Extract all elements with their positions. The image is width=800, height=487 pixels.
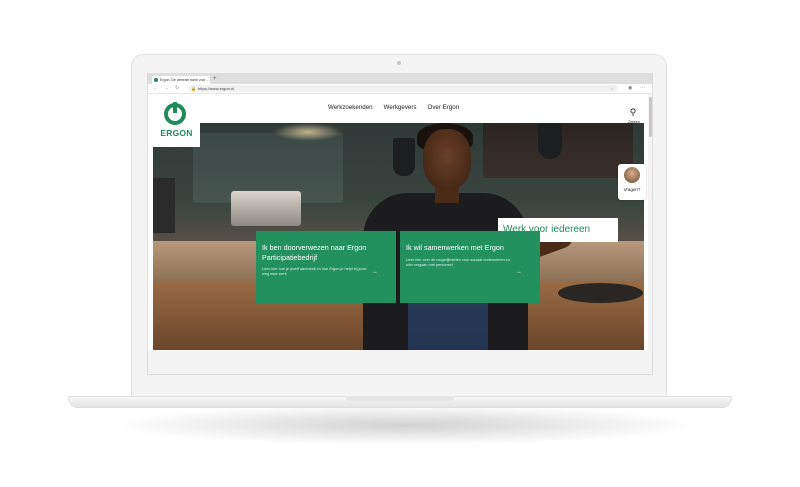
hero-lamp (538, 123, 562, 159)
laptop-shadow (110, 405, 700, 445)
search-icon: ⚲ (629, 107, 637, 117)
scrollbar[interactable] (648, 94, 652, 374)
card-doorverwezen[interactable]: Ik ben doorverwezen naar Ergon Participa… (256, 231, 396, 303)
nav-werkgevers[interactable]: Werkgevers (384, 104, 417, 111)
lock-icon: 🔒 (191, 86, 196, 91)
favicon-icon (154, 78, 158, 82)
ergon-logo[interactable]: ERGON (153, 99, 200, 147)
hero-grill (231, 191, 301, 226)
card-text: Lees hier hoe je jezelf aanmeldt en hoe … (262, 267, 367, 277)
webcam (397, 61, 401, 65)
hero-lamp (393, 138, 415, 176)
nav-over-ergon[interactable]: Over Ergon (428, 104, 460, 111)
hero-person-head (423, 129, 471, 189)
main-nav: Werkzoekenden Werkgevers Over Ergon (328, 104, 459, 111)
back-icon[interactable]: ← (153, 84, 158, 93)
card-title: Ik wil samenwerken met Ergon (406, 243, 504, 252)
logo-bar (173, 102, 177, 113)
hero-image: Werk voor iedereen (153, 123, 644, 350)
avatar (624, 167, 640, 183)
more-icon[interactable]: ⋯ (640, 84, 645, 93)
arrow-right-icon: → (516, 269, 522, 275)
laptop-screen: Ergon: De centrale bank voor ... + ← → ↻… (147, 73, 653, 375)
forward-icon[interactable]: → (164, 84, 169, 93)
card-title: Ik ben doorverwezen naar Ergon Participa… (262, 243, 367, 262)
url-text: https://www.ergon.nl (198, 86, 235, 91)
scrollbar-thumb[interactable] (648, 97, 652, 137)
tab-title: Ergon: De centrale bank voor ... (160, 78, 210, 82)
hero-pan (558, 283, 643, 303)
search-button[interactable]: ⚲ Zoeken (628, 102, 640, 125)
card-text: Lees hier over de mogelijkheden voor soc… (406, 257, 510, 267)
url-field[interactable]: 🔒 https://www.ergon.nl ☆ (188, 85, 618, 92)
help-label: Vragen? (623, 187, 641, 192)
address-bar: ← → ↻ 🔒 https://www.ergon.nl ☆ ◉ ⋯ (148, 84, 652, 94)
hero-knife-block (153, 178, 175, 233)
content-area (148, 350, 652, 374)
browser-tab[interactable]: Ergon: De centrale bank voor ... (152, 76, 210, 84)
help-widget[interactable]: Vragen? (618, 164, 646, 200)
logo-text: ERGON (160, 128, 193, 138)
card-samenwerken[interactable]: Ik wil samenwerken met Ergon Lees hier o… (400, 231, 540, 303)
browser-tab-bar: Ergon: De centrale bank voor ... + (148, 74, 652, 84)
nav-werkzoekenden[interactable]: Werkzoekenden (328, 104, 373, 111)
new-tab-button[interactable]: + (213, 75, 217, 83)
profile-icon[interactable]: ◉ (628, 84, 632, 93)
arrow-right-icon: → (372, 269, 378, 275)
hero-light (273, 123, 343, 141)
laptop-notch (345, 396, 455, 401)
reload-icon[interactable]: ↻ (175, 84, 179, 93)
star-icon[interactable]: ☆ (610, 85, 614, 92)
